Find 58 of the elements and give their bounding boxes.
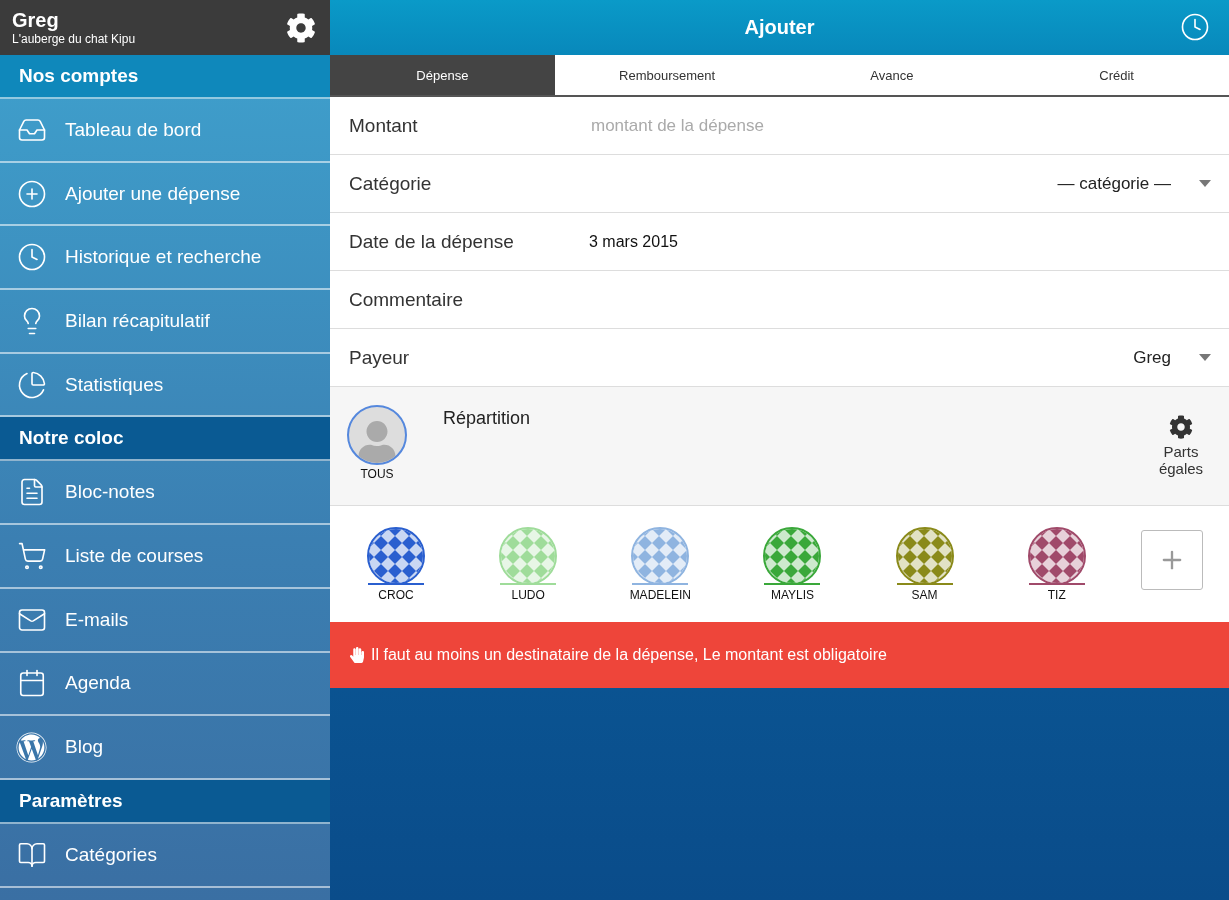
menu-icon [16,178,47,209]
input-field[interactable]: Commentaire [330,271,1229,329]
error-message: Il faut au moins un destinataire de la dépense, Le montant est obligatoire [371,646,887,664]
dropdown-value[interactable]: — catégorie — [1057,173,1171,194]
patterned-avatar-icon [894,526,955,586]
add-member-button[interactable] [1140,530,1203,590]
page-title: Ajouter [744,16,815,39]
section-heading: Paramètres [0,779,330,824]
menu-label: Bilan récapitulatif [65,309,210,332]
menu-label: Tableau de bord [65,118,202,141]
member-button[interactable]: CROC [348,526,444,602]
menu-label: Statistiques [65,373,164,396]
field-value: 3 mars 2015 [589,232,678,251]
all-members-button[interactable]: TOUS [347,405,407,481]
field-label: Commentaire [349,288,465,311]
field-label: Payeur [349,346,411,369]
split-title: Répartition [443,408,531,430]
split-mode-button[interactable]: Parts égales [1151,415,1211,485]
clock-icon[interactable] [1180,12,1210,42]
member-button[interactable]: MADELEIN [612,526,709,602]
input-field[interactable]: montant de la dépense [589,114,1211,137]
settings-icon[interactable] [286,12,316,43]
field-label: Montant [349,114,419,137]
menu-icon [16,540,47,571]
menu-label: Bloc-notes [65,481,155,504]
patterned-avatar-icon [762,526,823,586]
menu-icon [16,369,47,400]
gear-icon [1169,415,1193,439]
menu-label: Agenda [65,672,131,695]
menu-label: Catégories [65,843,157,866]
patterned-avatar-icon [630,526,691,586]
tab[interactable]: Dépense [330,55,555,95]
patterned-avatar-icon [498,526,559,586]
user-name: Greg [12,9,60,32]
avatar-icon [347,405,407,465]
field-label: Date de la dépense [349,230,515,253]
section-heading: Notre coloc [0,417,330,462]
wordpress-icon [16,731,47,763]
menu-label: Liste de courses [65,544,204,567]
input-field[interactable]: Montant montant de la dépense [330,97,1229,155]
member-button[interactable]: TIZ [1008,526,1105,602]
member-button[interactable]: SAM [876,526,973,602]
field-label: Catégorie [349,172,433,195]
member-button[interactable]: MAYLIS [744,526,841,602]
group-name: L'auberge du chat Kipu [12,32,136,46]
patterned-avatar-icon [1026,526,1087,586]
menu-label: Historique et recherche [65,246,262,269]
menu-label: Blog [65,736,104,759]
hand-icon [349,647,365,663]
menu-icon [16,242,47,273]
dropdown-value[interactable]: Greg [1133,347,1171,368]
section-heading: Nos comptes [0,55,330,99]
patterned-avatar-icon [366,526,426,586]
caret-icon [1199,180,1211,187]
caret-icon [1199,354,1211,361]
member-button[interactable]: LUDO [480,526,577,602]
menu-label: Ajouter une dépense [65,182,241,205]
menu-label: E-mails [65,608,129,631]
